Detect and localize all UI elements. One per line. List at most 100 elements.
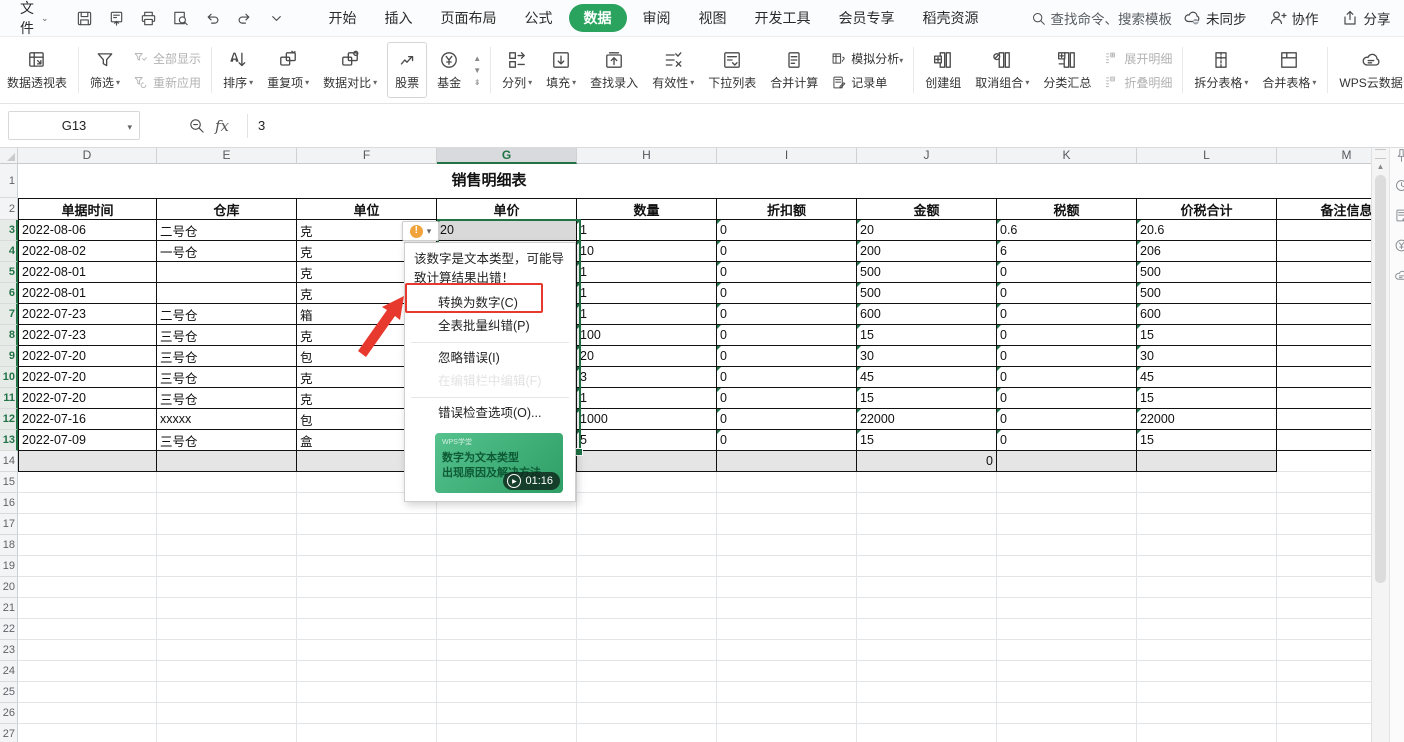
cell-D11[interactable]: 2022-07-20 xyxy=(18,388,157,409)
fx-icon[interactable]: fx xyxy=(215,117,229,135)
cell-D14[interactable] xyxy=(18,451,157,472)
cell-K18[interactable] xyxy=(997,535,1137,556)
cell-M16[interactable] xyxy=(1277,493,1371,514)
header-cell-M[interactable]: 备注信息 xyxy=(1277,198,1371,220)
cell-F23[interactable] xyxy=(297,640,437,661)
cell-M10[interactable] xyxy=(1277,367,1371,388)
cell-J13[interactable]: 15 xyxy=(857,430,997,451)
row-header-24[interactable]: 24 xyxy=(0,661,18,682)
cell-J5[interactable]: 500 xyxy=(857,262,997,283)
cell-L20[interactable] xyxy=(1137,577,1277,598)
cell-L16[interactable] xyxy=(1137,493,1277,514)
menu-tab-10[interactable]: 稻壳资源 xyxy=(911,5,991,31)
cell-I17[interactable] xyxy=(717,514,857,535)
cell-E19[interactable] xyxy=(157,556,297,577)
formula-input[interactable]: 3 xyxy=(258,118,265,133)
cell-E15[interactable] xyxy=(157,472,297,493)
row-header-3[interactable]: 3 xyxy=(0,220,18,241)
cell-F27[interactable] xyxy=(297,724,437,742)
cell-H17[interactable] xyxy=(577,514,717,535)
cell-L18[interactable] xyxy=(1137,535,1277,556)
cell-I13[interactable]: 0 xyxy=(717,430,857,451)
cell-E5[interactable] xyxy=(157,262,297,283)
cell-I19[interactable] xyxy=(717,556,857,577)
cell-G23[interactable] xyxy=(437,640,577,661)
cell-H6[interactable]: 1 xyxy=(577,283,717,304)
cell-H4[interactable]: 10 xyxy=(577,241,717,262)
row-header-10[interactable]: 10 xyxy=(0,367,18,388)
cell-L13[interactable]: 15 xyxy=(1137,430,1277,451)
cell-I5[interactable]: 0 xyxy=(717,262,857,283)
ribbon-button-填充[interactable]: 填充 ▾ xyxy=(539,41,583,99)
cell-D24[interactable] xyxy=(18,661,157,682)
cell-I18[interactable] xyxy=(717,535,857,556)
cell-L26[interactable] xyxy=(1137,703,1277,724)
ribbon-button-股票[interactable]: 股票 xyxy=(387,42,428,98)
share-button[interactable]: 分享 xyxy=(1341,8,1391,28)
cell-D22[interactable] xyxy=(18,619,157,640)
row-header-5[interactable]: 5 xyxy=(0,262,18,283)
cell-L25[interactable] xyxy=(1137,682,1277,703)
cell-H3[interactable]: 1 xyxy=(577,220,717,241)
cell-D7[interactable]: 2022-07-23 xyxy=(18,304,157,325)
cell-L12[interactable]: 22000 xyxy=(1137,409,1277,430)
cell-F21[interactable] xyxy=(297,598,437,619)
cell-D3[interactable]: 2022-08-06 xyxy=(18,220,157,241)
menu-tab-5[interactable]: 数据 xyxy=(568,4,627,32)
right-panel-icon[interactable] xyxy=(1394,148,1404,164)
cell-J6[interactable]: 500 xyxy=(857,283,997,304)
cell-D25[interactable] xyxy=(18,682,157,703)
cell-L8[interactable]: 15 xyxy=(1137,325,1277,346)
header-cell-D[interactable]: 单据时间 xyxy=(18,198,157,220)
cell-M21[interactable] xyxy=(1277,598,1371,619)
cell-M11[interactable] xyxy=(1277,388,1371,409)
cell-I3[interactable]: 0 xyxy=(717,220,857,241)
cell-H13[interactable]: 5 xyxy=(577,430,717,451)
ribbon-button-分列[interactable]: 分列 ▾ xyxy=(495,41,539,99)
cell-K27[interactable] xyxy=(997,724,1137,742)
row-header-20[interactable]: 20 xyxy=(0,577,18,598)
cell-M19[interactable] xyxy=(1277,556,1371,577)
row-header-26[interactable]: 26 xyxy=(0,703,18,724)
cell-K21[interactable] xyxy=(997,598,1137,619)
ribbon-button-创建组[interactable]: 创建组 xyxy=(918,41,968,99)
cell-J9[interactable]: 30 xyxy=(857,346,997,367)
cell-J20[interactable] xyxy=(857,577,997,598)
row-header-11[interactable]: 11 xyxy=(0,388,18,409)
cell-K15[interactable] xyxy=(997,472,1137,493)
ribbon-button-查找录入[interactable]: 查找录入 xyxy=(583,41,645,99)
cell-F25[interactable] xyxy=(297,682,437,703)
tutorial-video-card[interactable]: WPS学堂 数字为文本类型 出现原因及解决方法 ▶ 01:16 xyxy=(435,433,563,493)
cell-L6[interactable]: 500 xyxy=(1137,283,1277,304)
header-cell-E[interactable]: 仓库 xyxy=(157,198,297,220)
header-cell-K[interactable]: 税额 xyxy=(997,198,1137,220)
vertical-scrollbar[interactable]: ▲ xyxy=(1371,147,1389,742)
cell-D13[interactable]: 2022-07-09 xyxy=(18,430,157,451)
cell-J25[interactable] xyxy=(857,682,997,703)
cell-K11[interactable]: 0 xyxy=(997,388,1137,409)
cell-H15[interactable] xyxy=(577,472,717,493)
column-header-I[interactable]: I xyxy=(717,147,857,164)
cell-M26[interactable] xyxy=(1277,703,1371,724)
right-panel-icon[interactable] xyxy=(1394,268,1404,284)
cell-J7[interactable]: 600 xyxy=(857,304,997,325)
cell-K8[interactable]: 0 xyxy=(997,325,1137,346)
ribbon-button-合并计算[interactable]: 合并计算 xyxy=(763,41,825,99)
cell-M12[interactable] xyxy=(1277,409,1371,430)
cell-M23[interactable] xyxy=(1277,640,1371,661)
ribbon-button-下拉列表[interactable]: 下拉列表 xyxy=(701,41,763,99)
ribbon-button-拆分表格[interactable]: 拆分表格 ▾ xyxy=(1187,41,1255,99)
cell-K22[interactable] xyxy=(997,619,1137,640)
cell-K20[interactable] xyxy=(997,577,1137,598)
cell-D19[interactable] xyxy=(18,556,157,577)
menu-tab-6[interactable]: 审阅 xyxy=(631,5,683,31)
cell-J16[interactable] xyxy=(857,493,997,514)
cell-F17[interactable] xyxy=(297,514,437,535)
cell-K24[interactable] xyxy=(997,661,1137,682)
cell-E6[interactable] xyxy=(157,283,297,304)
cell-E21[interactable] xyxy=(157,598,297,619)
cell-E10[interactable]: 三号仓 xyxy=(157,367,297,388)
cell-I14[interactable] xyxy=(717,451,857,472)
cell-K4[interactable]: 6 xyxy=(997,241,1137,262)
cell-J12[interactable]: 22000 xyxy=(857,409,997,430)
